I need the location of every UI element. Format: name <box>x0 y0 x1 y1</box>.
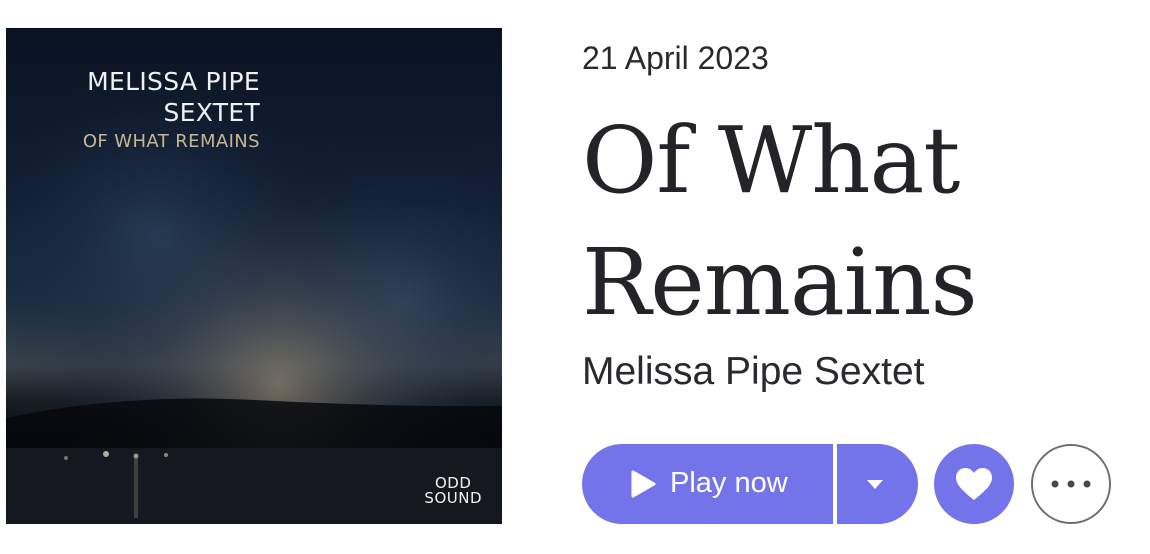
album-title-line1: Of What <box>582 107 960 214</box>
caret-down-icon <box>867 480 883 489</box>
play-icon <box>631 470 656 498</box>
record-label-logo: ODD SOUND <box>424 476 482 506</box>
label-logo-line2: SOUND <box>424 489 482 507</box>
more-options-button[interactable] <box>1031 444 1111 524</box>
album-title-line2: Remains <box>582 229 978 336</box>
cover-artist-line2: SEXTET <box>163 98 260 127</box>
artist-name-link[interactable]: Melissa Pipe Sextet <box>582 350 925 394</box>
play-now-label: Play now <box>670 467 788 499</box>
cover-artist-line1: MELISSA PIPE <box>87 67 260 96</box>
album-title: Of What Remains <box>582 100 1142 344</box>
play-now-button[interactable]: Play now <box>582 444 833 524</box>
cover-title-text: OF WHAT REMAINS <box>82 131 260 152</box>
favorite-button[interactable] <box>934 444 1014 524</box>
album-cover: MELISSA PIPE SEXTET OF WHAT REMAINS ODD … <box>6 28 502 524</box>
play-options-dropdown-button[interactable] <box>837 444 918 524</box>
cover-artist-text: MELISSA PIPE SEXTET <box>6 66 260 128</box>
heart-icon <box>956 468 992 500</box>
ellipsis-icon <box>1051 480 1091 488</box>
album-actions: Play now <box>582 444 1142 524</box>
release-date: 21 April 2023 <box>582 40 769 76</box>
album-page: MELISSA PIPE SEXTET OF WHAT REMAINS ODD … <box>0 0 1150 554</box>
